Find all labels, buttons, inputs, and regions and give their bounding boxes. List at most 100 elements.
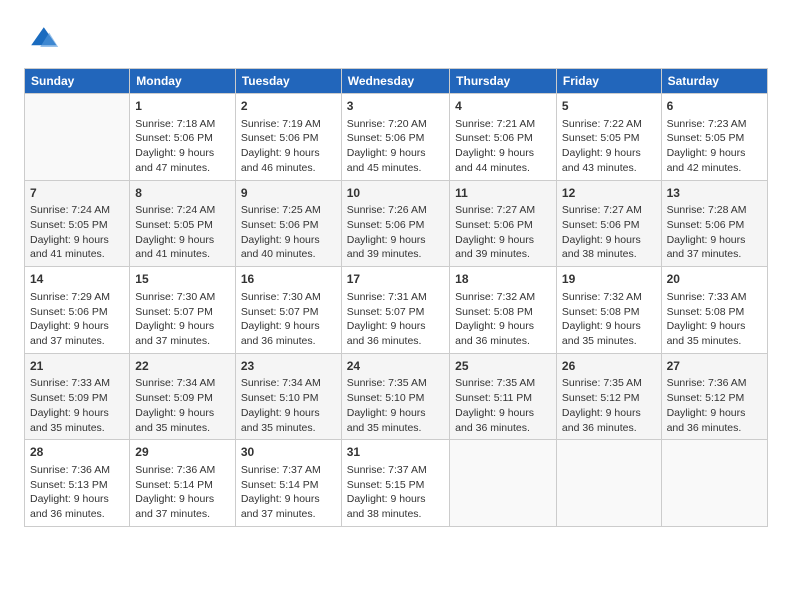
day-info-line: Sunrise: 7:28 AM xyxy=(667,203,762,218)
logo-icon xyxy=(24,20,60,56)
day-info-line: and 37 minutes. xyxy=(135,334,230,349)
day-info-line: Sunset: 5:10 PM xyxy=(241,391,336,406)
day-info-line: Sunset: 5:11 PM xyxy=(455,391,551,406)
day-info-line: Daylight: 9 hours xyxy=(562,146,656,161)
calendar-cell xyxy=(661,440,767,527)
day-info-line: Sunrise: 7:32 AM xyxy=(562,290,656,305)
day-info-line: and 37 minutes. xyxy=(241,507,336,522)
day-info-line: Sunrise: 7:21 AM xyxy=(455,117,551,132)
day-info-line: and 41 minutes. xyxy=(30,247,124,262)
calendar-cell: 28Sunrise: 7:36 AMSunset: 5:13 PMDayligh… xyxy=(25,440,130,527)
calendar-cell: 21Sunrise: 7:33 AMSunset: 5:09 PMDayligh… xyxy=(25,353,130,440)
day-info-line: Sunrise: 7:36 AM xyxy=(30,463,124,478)
day-info-line: and 36 minutes. xyxy=(241,334,336,349)
day-info-line: Sunrise: 7:26 AM xyxy=(347,203,444,218)
day-info-line: Sunset: 5:06 PM xyxy=(347,131,444,146)
day-number: 17 xyxy=(347,271,444,288)
day-info-line: Daylight: 9 hours xyxy=(241,406,336,421)
logo xyxy=(24,20,64,56)
day-info-line: Daylight: 9 hours xyxy=(455,319,551,334)
day-info-line: Sunset: 5:05 PM xyxy=(562,131,656,146)
day-info-line: Sunrise: 7:37 AM xyxy=(347,463,444,478)
day-info-line: Sunrise: 7:23 AM xyxy=(667,117,762,132)
day-number: 16 xyxy=(241,271,336,288)
day-info-line: Daylight: 9 hours xyxy=(455,406,551,421)
day-info-line: Sunrise: 7:27 AM xyxy=(562,203,656,218)
day-number: 18 xyxy=(455,271,551,288)
day-number: 4 xyxy=(455,98,551,115)
day-info-line: Daylight: 9 hours xyxy=(241,319,336,334)
day-info-line: Sunrise: 7:24 AM xyxy=(135,203,230,218)
day-info-line: Sunset: 5:13 PM xyxy=(30,478,124,493)
day-number: 13 xyxy=(667,185,762,202)
calendar-cell: 12Sunrise: 7:27 AMSunset: 5:06 PMDayligh… xyxy=(556,180,661,267)
day-info-line: Sunrise: 7:35 AM xyxy=(455,376,551,391)
day-info-line: Daylight: 9 hours xyxy=(455,146,551,161)
day-info-line: and 36 minutes. xyxy=(30,507,124,522)
day-number: 12 xyxy=(562,185,656,202)
day-info-line: Sunset: 5:15 PM xyxy=(347,478,444,493)
day-info-line: and 47 minutes. xyxy=(135,161,230,176)
day-info-line: Sunrise: 7:36 AM xyxy=(667,376,762,391)
day-info-line: Sunrise: 7:30 AM xyxy=(241,290,336,305)
day-info-line: and 37 minutes. xyxy=(667,247,762,262)
day-info-line: Sunrise: 7:30 AM xyxy=(135,290,230,305)
day-info-line: Sunrise: 7:35 AM xyxy=(562,376,656,391)
header xyxy=(24,20,768,56)
day-info-line: Sunrise: 7:24 AM xyxy=(30,203,124,218)
day-info-line: Sunrise: 7:19 AM xyxy=(241,117,336,132)
day-info-line: Daylight: 9 hours xyxy=(562,319,656,334)
day-info-line: and 37 minutes. xyxy=(135,507,230,522)
day-info-line: Sunset: 5:07 PM xyxy=(241,305,336,320)
day-info-line: Sunrise: 7:18 AM xyxy=(135,117,230,132)
day-number: 2 xyxy=(241,98,336,115)
calendar-cell: 18Sunrise: 7:32 AMSunset: 5:08 PMDayligh… xyxy=(450,267,557,354)
day-number: 8 xyxy=(135,185,230,202)
day-info-line: Sunset: 5:12 PM xyxy=(667,391,762,406)
col-header-thursday: Thursday xyxy=(450,69,557,94)
day-info-line: and 43 minutes. xyxy=(562,161,656,176)
day-info-line: Sunset: 5:06 PM xyxy=(241,131,336,146)
day-info-line: Sunset: 5:08 PM xyxy=(562,305,656,320)
day-info-line: and 44 minutes. xyxy=(455,161,551,176)
calendar-cell: 25Sunrise: 7:35 AMSunset: 5:11 PMDayligh… xyxy=(450,353,557,440)
day-info-line: and 35 minutes. xyxy=(135,421,230,436)
day-info-line: Sunset: 5:10 PM xyxy=(347,391,444,406)
day-number: 10 xyxy=(347,185,444,202)
day-number: 11 xyxy=(455,185,551,202)
page: SundayMondayTuesdayWednesdayThursdayFrid… xyxy=(0,0,792,612)
day-info-line: Daylight: 9 hours xyxy=(30,406,124,421)
calendar-cell xyxy=(556,440,661,527)
col-header-tuesday: Tuesday xyxy=(235,69,341,94)
week-row-1: 1Sunrise: 7:18 AMSunset: 5:06 PMDaylight… xyxy=(25,94,768,181)
day-number: 7 xyxy=(30,185,124,202)
day-number: 29 xyxy=(135,444,230,461)
day-number: 9 xyxy=(241,185,336,202)
day-info-line: Daylight: 9 hours xyxy=(30,492,124,507)
day-info-line: and 37 minutes. xyxy=(30,334,124,349)
col-header-wednesday: Wednesday xyxy=(341,69,449,94)
day-info-line: Daylight: 9 hours xyxy=(347,492,444,507)
day-info-line: and 36 minutes. xyxy=(562,421,656,436)
day-info-line: Sunset: 5:06 PM xyxy=(347,218,444,233)
calendar-table: SundayMondayTuesdayWednesdayThursdayFrid… xyxy=(24,68,768,527)
day-number: 27 xyxy=(667,358,762,375)
day-info-line: Sunset: 5:07 PM xyxy=(347,305,444,320)
day-info-line: Sunset: 5:05 PM xyxy=(30,218,124,233)
day-info-line: and 35 minutes. xyxy=(30,421,124,436)
day-info-line: Sunrise: 7:25 AM xyxy=(241,203,336,218)
day-info-line: Daylight: 9 hours xyxy=(135,406,230,421)
calendar-cell: 8Sunrise: 7:24 AMSunset: 5:05 PMDaylight… xyxy=(130,180,236,267)
day-info-line: and 42 minutes. xyxy=(667,161,762,176)
day-info-line: Sunset: 5:09 PM xyxy=(30,391,124,406)
day-info-line: Sunset: 5:14 PM xyxy=(241,478,336,493)
day-number: 3 xyxy=(347,98,444,115)
day-info-line: Sunrise: 7:37 AM xyxy=(241,463,336,478)
col-header-sunday: Sunday xyxy=(25,69,130,94)
day-number: 19 xyxy=(562,271,656,288)
calendar-cell: 27Sunrise: 7:36 AMSunset: 5:12 PMDayligh… xyxy=(661,353,767,440)
day-info-line: Sunset: 5:06 PM xyxy=(30,305,124,320)
day-info-line: and 41 minutes. xyxy=(135,247,230,262)
day-number: 24 xyxy=(347,358,444,375)
calendar-cell: 31Sunrise: 7:37 AMSunset: 5:15 PMDayligh… xyxy=(341,440,449,527)
